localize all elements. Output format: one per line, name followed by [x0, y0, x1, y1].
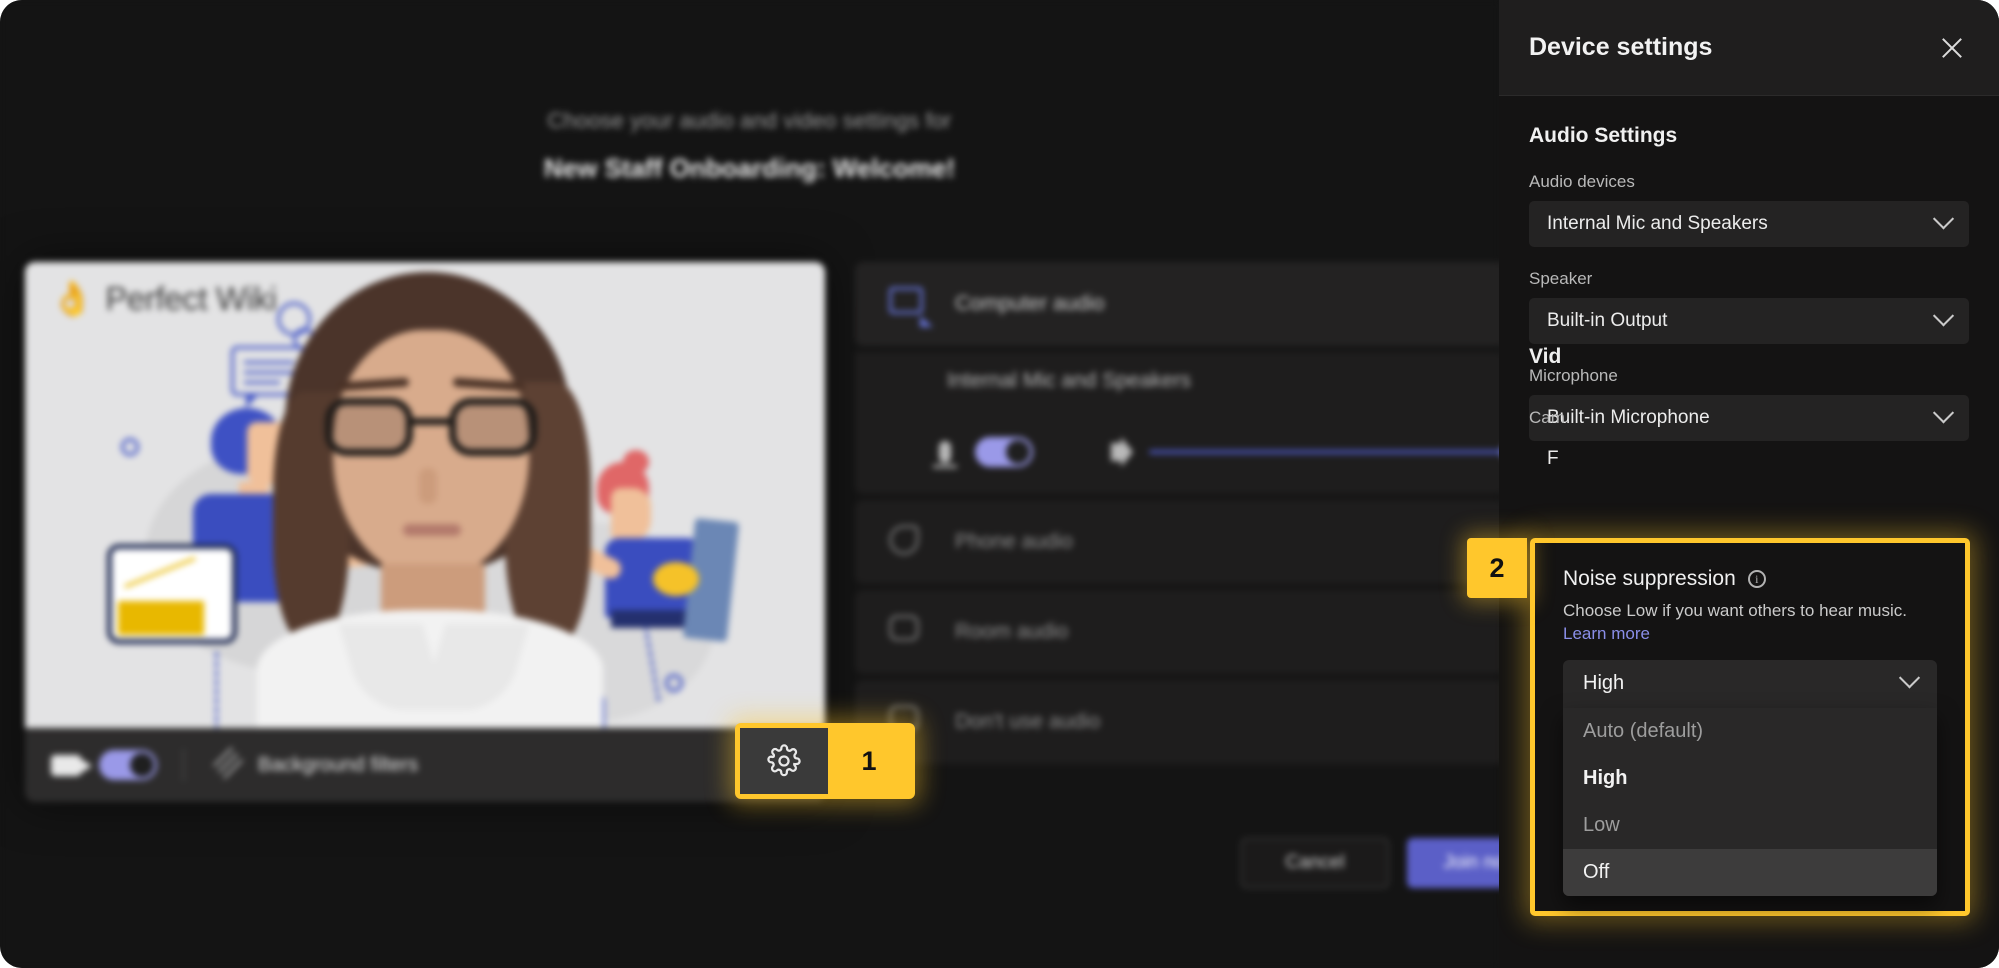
audio-devices-select[interactable]: Internal Mic and Speakers — [1529, 201, 1969, 247]
chevron-down-icon — [1932, 304, 1955, 326]
computer-monitor-icon — [889, 287, 929, 321]
selected-device-name: Internal Mic and Speakers — [855, 352, 1555, 410]
audio-option-label: Computer audio — [955, 292, 1105, 315]
mic-and-volume-row — [855, 410, 1555, 494]
volume-slider[interactable] — [1149, 442, 1521, 462]
background-filters-label[interactable]: Background filters — [258, 754, 418, 777]
phone-icon — [889, 525, 929, 559]
dashed-connector — [215, 652, 218, 728]
microphone-icon[interactable] — [933, 441, 957, 468]
camera-toggle[interactable] — [99, 750, 157, 780]
deco-ring — [121, 438, 139, 456]
video-preview-toolbar: Background filters — [25, 728, 825, 802]
video-settings-title: Vid — [1529, 345, 1562, 368]
teams-prejoin-window: Choose your audio and video settings for… — [0, 0, 1999, 968]
noise-suppression-option-high[interactable]: High — [1563, 755, 1937, 802]
noise-suppression-option-off[interactable]: Off — [1563, 848, 1937, 896]
brand-watermark: 👌 Perfect Wiki — [51, 280, 277, 318]
camera-icon[interactable] — [51, 754, 92, 776]
speaker-value: Built-in Output — [1547, 310, 1668, 331]
audio-option-dont-use-audio[interactable]: Don't use audio — [855, 680, 1555, 764]
learn-more-link[interactable]: Learn more — [1563, 624, 1650, 643]
cancel-button[interactable]: Cancel — [1241, 838, 1389, 888]
prejoin-subtitle: Choose your audio and video settings for — [547, 108, 952, 133]
audio-options-panel: Computer audio Internal Mic and Speakers… — [855, 262, 1555, 770]
chevron-down-icon — [1932, 207, 1955, 229]
noise-suppression-callout: Noise suppression i Choose Low if you wa… — [1530, 538, 1970, 916]
camera-label: Cam — [1529, 408, 1565, 427]
noise-suppression-description-text: Choose Low if you want others to hear mu… — [1563, 601, 1907, 620]
filters-label: F — [1547, 448, 1559, 469]
audio-settings-title: Audio Settings — [1529, 124, 1678, 147]
audio-devices-label: Audio devices — [1529, 172, 1635, 191]
deco-ring — [665, 674, 683, 692]
prejoin-header: Choose your audio and video settings for… — [0, 108, 1499, 184]
ok-hand-icon: 👌 — [51, 280, 94, 318]
device-settings-gear-button[interactable] — [740, 728, 828, 794]
deco-blob — [653, 562, 699, 596]
noise-suppression-option-low[interactable]: Low — [1563, 802, 1937, 849]
audio-option-label: Phone audio — [955, 530, 1073, 553]
audio-option-computer-audio[interactable]: Computer audio — [855, 262, 1555, 346]
noise-suppression-description: Choose Low if you want others to hear mu… — [1563, 600, 1913, 646]
audio-option-label: Don't use audio — [955, 710, 1101, 733]
prejoin-footer: Cancel Join now — [855, 838, 1555, 888]
background-filters-icon[interactable] — [210, 747, 243, 779]
speaker-select[interactable]: Built-in Output — [1529, 298, 1969, 344]
microphone-toggle[interactable] — [975, 437, 1033, 467]
prejoin-screen: Choose your audio and video settings for… — [0, 0, 1555, 968]
microphone-value: Built-in Microphone — [1547, 407, 1710, 428]
room-icon — [889, 615, 929, 649]
info-icon[interactable]: i — [1747, 570, 1766, 588]
divider — [183, 749, 184, 781]
meeting-title: New Staff Onboarding: Welcome! — [543, 153, 956, 183]
audio-option-room-audio[interactable]: Room audio — [855, 590, 1555, 674]
chart-card — [107, 544, 237, 644]
noise-suppression-option-auto[interactable]: Auto (default) — [1563, 708, 1937, 755]
audio-option-phone-audio[interactable]: Phone audio — [855, 500, 1555, 584]
eyeglasses — [325, 398, 537, 456]
device-settings-header: Device settings — [1499, 0, 1999, 96]
callout-badge-1: 1 — [861, 745, 877, 776]
audio-devices-value: Internal Mic and Speakers — [1547, 213, 1768, 234]
speaker-label: Speaker — [1529, 269, 1593, 288]
chevron-down-icon — [1898, 667, 1921, 689]
audio-option-label: Room audio — [955, 620, 1069, 643]
noise-suppression-title: Noise suppression — [1563, 567, 1736, 590]
callout-badge-2: 2 — [1467, 538, 1527, 598]
callout-1: 1 — [735, 723, 915, 799]
brand-name: Perfect Wiki — [105, 280, 277, 317]
microphone-select[interactable]: Built-in Microphone — [1529, 395, 1969, 441]
video-preview-canvas: 👌 Perfect Wiki — [25, 262, 825, 728]
panel-title: Device settings — [1529, 33, 1713, 61]
video-preview-tile: 👌 Perfect Wiki Background filters — [25, 262, 825, 802]
speaker-icon — [1111, 437, 1133, 467]
chevron-down-icon — [1932, 401, 1955, 423]
camera-subject — [257, 272, 603, 728]
gear-icon — [767, 744, 801, 777]
noise-suppression-select[interactable]: High — [1563, 659, 1937, 708]
noise-suppression-value: High — [1583, 672, 1625, 695]
noise-suppression-title-row: Noise suppression i — [1563, 567, 1937, 591]
noise-suppression-options-list: Auto (default) High Low Off — [1563, 707, 1937, 896]
close-icon[interactable] — [1935, 31, 1969, 65]
microphone-label: Microphone — [1529, 366, 1618, 385]
